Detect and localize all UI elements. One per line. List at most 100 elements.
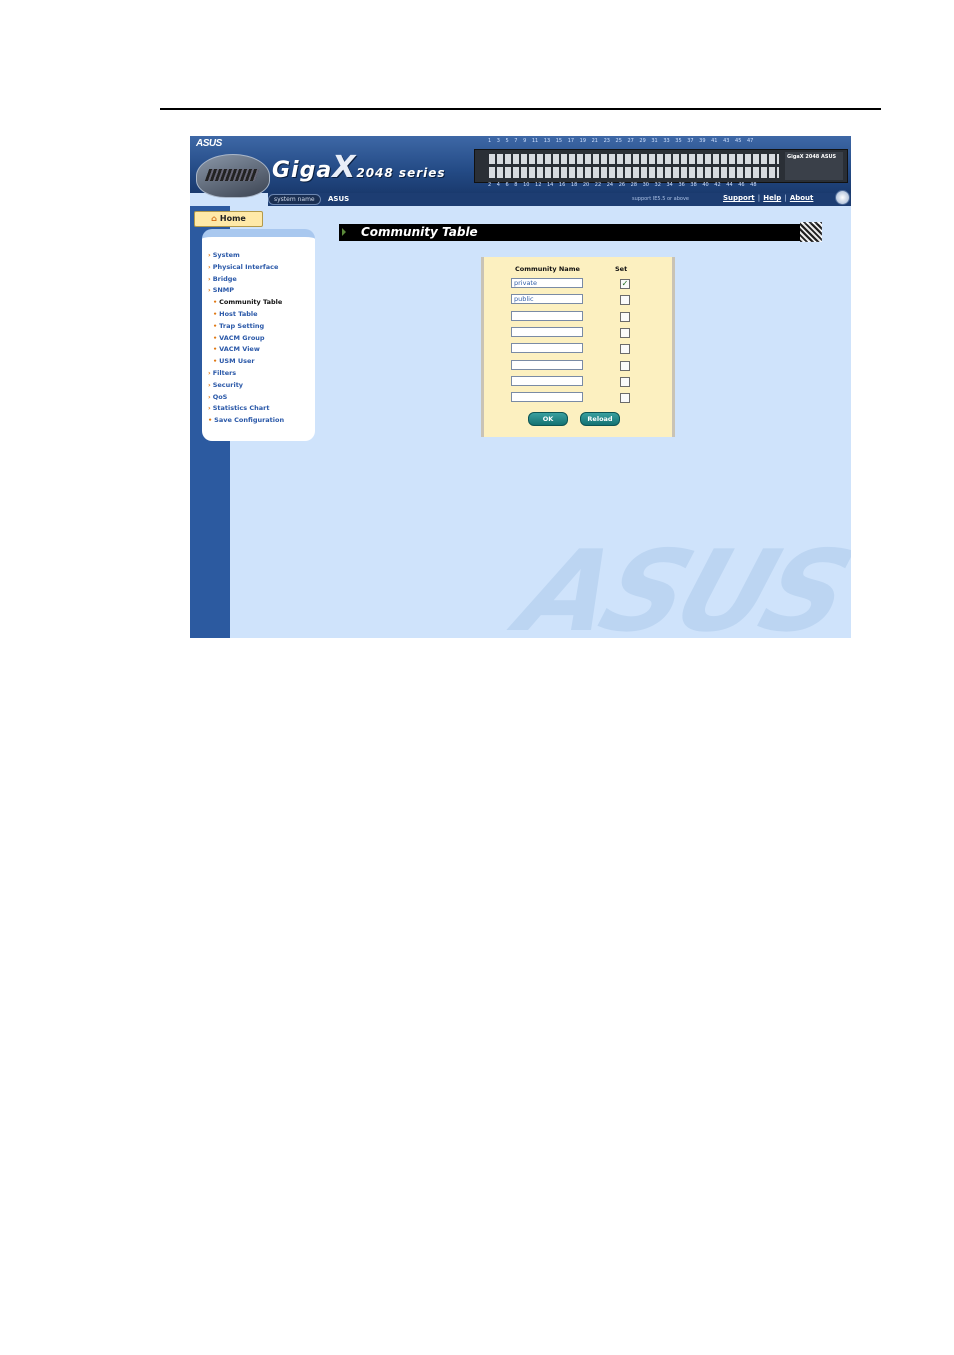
sidebar-item-label: Host Table: [219, 309, 258, 318]
community-name-input[interactable]: [511, 360, 583, 370]
sidebar-item-label: Bridge: [212, 274, 237, 283]
sidebar-nav: › System › Physical Interface › Bridge › SNM…: [208, 250, 316, 427]
support-note: support IE5.5 or above: [632, 196, 689, 202]
community-name-input[interactable]: [511, 376, 583, 386]
sidebar-item-snmp[interactable]: › SNMP: [208, 285, 316, 297]
community-name-input[interactable]: [511, 392, 583, 402]
sidebar-item-label: Security: [212, 380, 244, 389]
bullet-icon: ›: [208, 286, 211, 295]
home-icon: ⌂: [211, 214, 217, 223]
checker-flag-icon: [800, 222, 822, 242]
sidebar-item-filters[interactable]: › Filters: [208, 368, 316, 380]
web-ui-screenshot: ASUS ASUS GigaX2048 series 1 3 5 7 9 11 …: [190, 136, 851, 638]
product-x: X: [332, 150, 357, 185]
asus-watermark: ASUS: [504, 527, 851, 638]
bullet-icon: ›: [208, 262, 211, 271]
set-checkbox[interactable]: [620, 312, 630, 322]
logout-circle-icon[interactable]: [835, 190, 850, 205]
system-name-value: ASUS: [328, 195, 350, 203]
page-title-bar: Community Table: [339, 224, 821, 241]
sidebar-item-host-table[interactable]: • Host Table: [208, 309, 316, 321]
bullet-icon: ›: [208, 274, 211, 283]
set-header: Set: [615, 265, 628, 273]
bullet-icon: ›: [208, 368, 211, 377]
sidebar-item-label: System: [212, 251, 240, 259]
sidebar-item-system[interactable]: › System: [208, 250, 316, 262]
set-checkbox[interactable]: [620, 328, 630, 338]
community-name-input[interactable]: public: [511, 294, 583, 304]
bullet-icon: ›: [208, 251, 211, 259]
bullet-icon: •: [213, 321, 218, 330]
sidebar-item-physical-interface[interactable]: › Physical Interface: [208, 262, 316, 274]
sidebar-item-label: VACM View: [219, 345, 260, 354]
set-checkbox[interactable]: ✓: [620, 279, 630, 289]
system-name-label: system name: [268, 194, 321, 205]
set-checkbox[interactable]: [620, 393, 630, 403]
switch-badge: GigaX 2048 ASUS: [785, 152, 843, 180]
product-name: Giga: [272, 158, 333, 183]
home-tab[interactable]: ⌂ Home: [194, 211, 263, 227]
header-banner: ASUS GigaX2048 series 1 3 5 7 9 11 13 15…: [190, 136, 851, 198]
system-bar: system name ASUS support IE5.5 or above …: [268, 193, 851, 206]
community-name-input[interactable]: [511, 311, 583, 321]
set-checkbox[interactable]: [620, 361, 630, 371]
page-header-rule: [160, 108, 881, 110]
community-name-input[interactable]: [511, 343, 583, 353]
sidebar-item-save-configuration[interactable]: • Save Configuration: [208, 415, 316, 427]
sidebar-item-label: SNMP: [212, 286, 235, 295]
help-link[interactable]: Help: [763, 194, 781, 202]
support-link[interactable]: Support: [723, 194, 755, 202]
sidebar-item-label: Save Configuration: [214, 416, 285, 425]
sidebar-item-label: USM User: [219, 357, 255, 366]
sidebar-item-label: Trap Setting: [219, 321, 265, 330]
community-name-header: Community Name: [515, 265, 580, 273]
link-separator: |: [757, 194, 761, 202]
sidebar-item-trap-setting[interactable]: • Trap Setting: [208, 321, 316, 333]
community-name-input[interactable]: private: [511, 278, 583, 288]
header-links: Support | Help | About: [723, 194, 813, 202]
bullet-icon: ›: [208, 392, 211, 401]
bullet-icon: ›: [208, 404, 211, 413]
product-series: 2048 series: [356, 166, 446, 180]
sidebar-item-bridge[interactable]: › Bridge: [208, 274, 316, 286]
sidebar-item-qos[interactable]: › QoS: [208, 392, 316, 404]
asus-logo[interactable]: ASUS: [196, 138, 222, 149]
arrow-icon: [342, 228, 346, 236]
community-name-input[interactable]: [511, 327, 583, 337]
link-separator: |: [784, 194, 787, 202]
sidebar-item-security[interactable]: › Security: [208, 380, 316, 392]
bullet-icon: ›: [208, 380, 211, 389]
port-numbers-bottom: 2 4 6 8 10 12 14 16 18 20 22 24 26 28 30…: [488, 182, 757, 188]
page-title: Community Table: [361, 225, 478, 239]
bullet-icon: •: [213, 357, 218, 366]
sidebar-item-label: Physical Interface: [212, 262, 279, 271]
set-checkbox[interactable]: [620, 377, 630, 387]
sidebar-item-label: Filters: [212, 368, 237, 377]
bullet-icon: •: [213, 333, 218, 342]
about-link[interactable]: About: [790, 194, 814, 202]
reload-button[interactable]: Reload: [580, 412, 620, 426]
sidebar-item-vacm-group[interactable]: • VACM Group: [208, 333, 316, 345]
home-label: Home: [219, 214, 246, 223]
sidebar-item-vacm-view[interactable]: • VACM View: [208, 344, 316, 356]
bullet-icon: •: [208, 416, 213, 425]
sidebar-item-label: Statistics Chart: [212, 404, 270, 413]
switch-photo-icon: [196, 154, 270, 198]
switch-front-panel-icon: GigaX 2048 ASUS: [474, 149, 848, 183]
sidebar-item-label: Community Table: [219, 298, 283, 307]
set-checkbox[interactable]: [620, 344, 630, 354]
set-checkbox[interactable]: [620, 295, 630, 305]
ok-button[interactable]: OK: [528, 412, 568, 426]
switch-ports-graphic: [489, 154, 779, 178]
community-table: Community Name Set private ✓ public OK R…: [481, 257, 675, 437]
product-title: GigaX2048 series: [272, 150, 446, 185]
sidebar-item-statistics-chart[interactable]: › Statistics Chart: [208, 403, 316, 415]
sidebar-item-label: QoS: [212, 392, 228, 401]
bullet-icon: •: [213, 309, 218, 318]
port-numbers-top: 1 3 5 7 9 11 13 15 17 19 21 23 25 27 29 …: [488, 138, 754, 144]
sidebar-item-usm-user[interactable]: • USM User: [208, 356, 316, 368]
sidebar-item-community-table[interactable]: • Community Table: [208, 297, 316, 309]
bullet-icon: •: [213, 298, 218, 307]
sidebar-item-label: VACM Group: [219, 333, 265, 342]
bullet-icon: •: [213, 345, 218, 354]
